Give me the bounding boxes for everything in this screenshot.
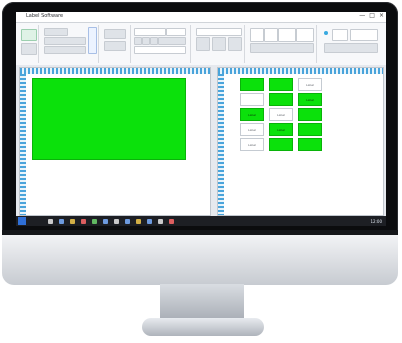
ribbon-group-misc [318, 25, 382, 63]
zoom-tool-button[interactable] [264, 28, 278, 42]
label-cell[interactable] [240, 78, 264, 91]
workspace: Label Label Label Label Label Label Label [16, 65, 386, 216]
copy-button[interactable] [104, 41, 126, 51]
printer-dropdown[interactable] [44, 37, 86, 45]
copies-stepper[interactable] [44, 46, 86, 54]
ribbon-group-print [40, 25, 99, 63]
label-cell[interactable]: Label [269, 108, 293, 121]
bold-button[interactable] [134, 37, 142, 45]
label-cell[interactable] [269, 93, 293, 106]
start-icon[interactable] [18, 217, 26, 225]
label-cell[interactable]: Label [298, 78, 322, 91]
label-cell[interactable] [269, 138, 293, 151]
minimize-button[interactable]: — [359, 13, 365, 19]
app-icon[interactable] [169, 218, 174, 224]
home-button[interactable] [21, 29, 37, 41]
ribbon [16, 23, 386, 66]
insert-dropdown[interactable] [196, 28, 242, 36]
help-button[interactable] [324, 43, 378, 53]
horizontal-ruler [20, 68, 210, 74]
browser-icon[interactable] [59, 218, 64, 224]
label-cell[interactable] [269, 78, 293, 91]
window-controls: — □ × [359, 13, 384, 19]
search-icon[interactable] [48, 218, 53, 224]
font-dropdown[interactable] [134, 28, 166, 36]
ribbon-group-clipboard [100, 25, 131, 63]
settings-button[interactable] [350, 29, 378, 41]
underline-button[interactable] [150, 37, 158, 45]
app-icon[interactable] [158, 218, 163, 224]
ribbon-group-tools [246, 25, 317, 63]
shape-button[interactable] [228, 37, 242, 51]
text-field[interactable] [134, 46, 186, 54]
print-button[interactable] [88, 27, 97, 54]
preview-button[interactable] [332, 29, 348, 41]
app-icon[interactable] [125, 218, 130, 224]
title-bar: Label Software — □ × [16, 12, 386, 23]
close-button[interactable]: × [379, 13, 384, 19]
label-cell[interactable]: Label [240, 123, 264, 136]
label-grid: Label Label Label Label Label Label Label [240, 78, 322, 151]
image-button[interactable] [212, 37, 226, 51]
label-editor-panel [19, 67, 211, 216]
italic-button[interactable] [142, 37, 150, 45]
app-icon[interactable] [136, 218, 141, 224]
vertical-ruler [218, 74, 224, 215]
folder-icon[interactable] [70, 218, 75, 224]
ribbon-group-insert [192, 25, 245, 63]
label-cell[interactable]: Label [240, 138, 264, 151]
font-size-dropdown[interactable] [166, 28, 186, 36]
label-cell[interactable] [298, 138, 322, 151]
monitor-stand-base [142, 318, 264, 336]
vertical-ruler [20, 74, 26, 215]
screen: Label Software — □ × Label Label Label L… [16, 12, 386, 226]
page-size-dropdown[interactable] [44, 28, 68, 36]
app-icon[interactable] [103, 218, 108, 224]
monitor-chin [2, 235, 398, 285]
label-cell[interactable] [298, 108, 322, 121]
app-icon[interactable] [114, 218, 119, 224]
text-style-buttons[interactable] [158, 37, 186, 45]
app-icon[interactable] [92, 218, 97, 224]
status-dot-icon [324, 31, 328, 35]
layout-options[interactable] [250, 43, 314, 53]
label-shape[interactable] [32, 78, 186, 160]
label-cell[interactable]: Label [298, 93, 322, 106]
taskbar: 12:00 [16, 216, 386, 226]
taskbar-icons [48, 218, 174, 224]
system-tray-time: 12:00 [370, 218, 382, 224]
monitor-stand-neck [160, 284, 244, 320]
select-tool-button[interactable] [250, 28, 264, 42]
layout-button[interactable] [296, 28, 314, 42]
window-title: Label Software [26, 13, 64, 19]
ribbon-group-file [18, 25, 39, 63]
align-button[interactable] [278, 28, 296, 42]
label-grid-panel: Label Label Label Label Label Label Label [217, 67, 384, 216]
horizontal-ruler [218, 68, 383, 74]
paste-button[interactable] [104, 29, 126, 39]
app-icon[interactable] [81, 218, 86, 224]
maximize-button[interactable]: □ [369, 13, 375, 19]
label-cell[interactable] [298, 123, 322, 136]
label-cell[interactable]: Label [269, 123, 293, 136]
ribbon-group-font [132, 25, 191, 63]
label-cell[interactable] [240, 93, 264, 106]
design-button[interactable] [21, 43, 37, 55]
label-cell[interactable]: Label [240, 108, 264, 121]
barcode-button[interactable] [196, 37, 210, 51]
app-icon[interactable] [147, 218, 152, 224]
